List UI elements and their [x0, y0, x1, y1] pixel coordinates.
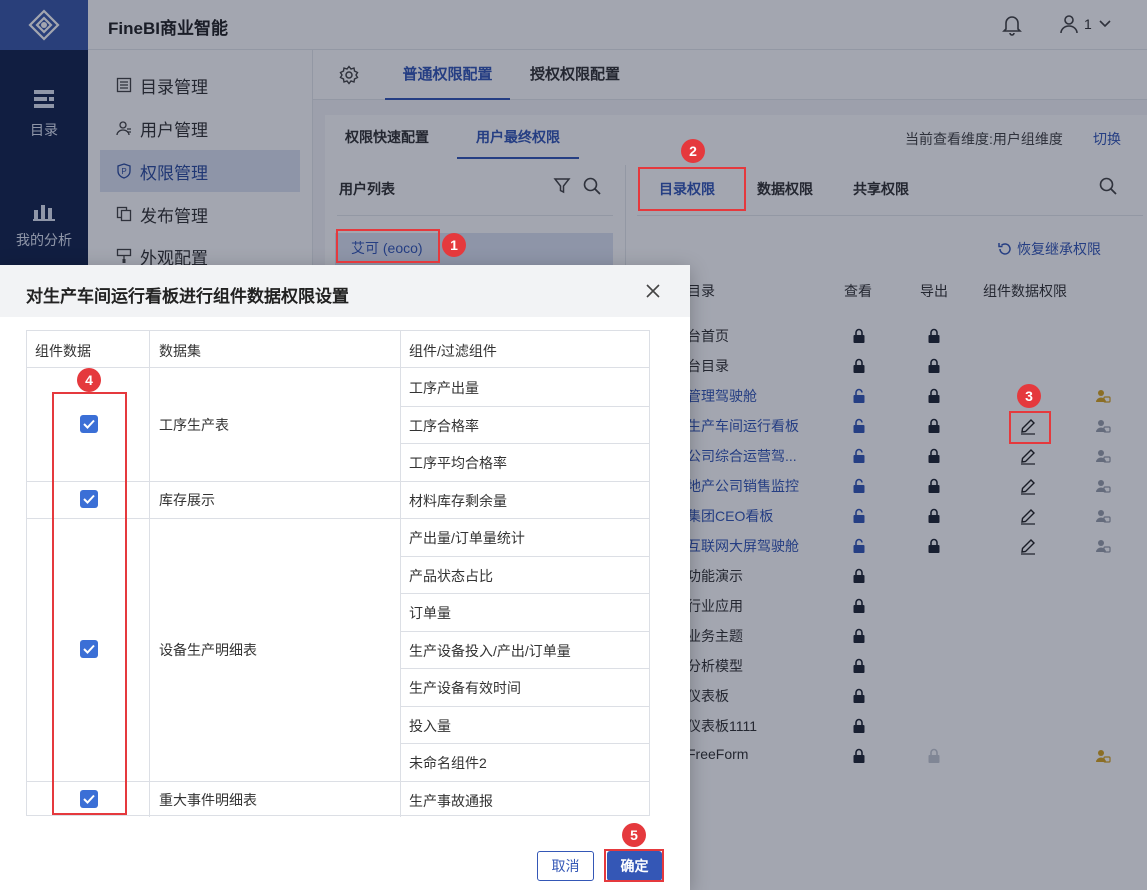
divider — [401, 630, 649, 632]
component-name: 生产事故通报 — [409, 792, 493, 809]
component-name: 投入量 — [409, 717, 451, 734]
annotation-marker: 3 — [1017, 384, 1041, 408]
annotation-box-user — [336, 229, 440, 263]
dataset-name: 设备生产明细表 — [159, 642, 257, 659]
annotation-marker: 5 — [622, 823, 646, 847]
cancel-button[interactable]: 取消 — [537, 851, 594, 881]
annotation-marker: 1 — [442, 233, 466, 257]
divider — [401, 668, 649, 669]
component-name: 工序产出量 — [409, 380, 479, 396]
column-header-dataset: 数据集 — [159, 343, 201, 359]
component-name: 未命名组件2 — [409, 755, 487, 771]
annotation-box-catalog-tab — [638, 167, 746, 211]
annotation-box-confirm — [604, 849, 664, 882]
column-header-component-data: 组件数据 — [35, 343, 91, 359]
component-name: 生产设备有效时间 — [409, 680, 521, 696]
component-name: 材料库存剩余量 — [409, 492, 507, 509]
divider — [400, 331, 401, 817]
close-icon[interactable] — [645, 283, 661, 302]
divider — [401, 555, 649, 557]
dataset-name: 重大事件明细表 — [159, 792, 257, 809]
annotation-box-edit — [1009, 411, 1051, 444]
divider — [27, 367, 649, 368]
divider — [401, 705, 649, 707]
divider — [401, 743, 649, 744]
divider — [401, 443, 649, 444]
divider — [401, 405, 649, 407]
dialog-title: 对生产车间运行看板进行组件数据权限设置 — [26, 287, 349, 306]
component-name: 工序平均合格率 — [409, 455, 507, 471]
divider — [401, 593, 649, 594]
annotation-marker: 2 — [681, 139, 705, 163]
component-name: 产出量/订单量统计 — [409, 530, 525, 546]
component-name: 生产设备投入/产出/订单量 — [409, 642, 571, 659]
dataset-name: 库存展示 — [159, 492, 215, 509]
annotation-box-checkboxes — [52, 392, 127, 815]
annotation-marker: 4 — [77, 368, 101, 392]
component-name: 产品状态占比 — [409, 567, 493, 584]
divider — [149, 331, 150, 817]
component-name: 工序合格率 — [409, 417, 479, 434]
column-header-component: 组件/过滤组件 — [409, 343, 497, 359]
component-name: 订单量 — [409, 605, 451, 621]
dataset-name: 工序生产表 — [159, 417, 229, 434]
